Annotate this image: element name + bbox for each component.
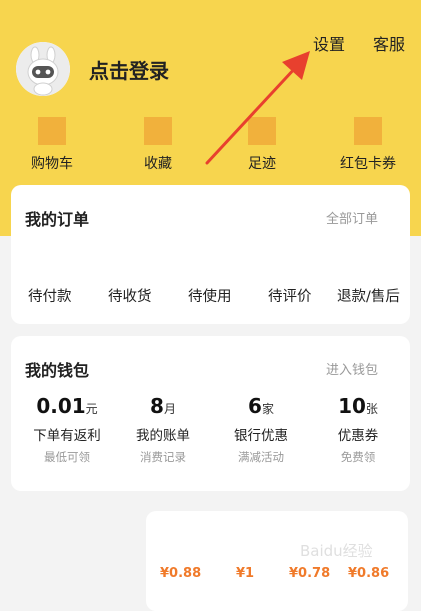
wallet-name: 下单有返利 [33, 428, 101, 444]
wallet-card: 我的钱包 进入钱包 0.01元 下单有返利 最低可领 8月 我的账单 消费记录 … [11, 336, 410, 491]
wallet-name: 银行优惠 [234, 428, 288, 444]
wallet-sub: 消费记录 [140, 450, 186, 464]
coupon-card [146, 511, 408, 611]
wallet-rebate[interactable]: 0.01元 下单有返利 最低可领 [17, 394, 117, 465]
wallet-value: 8月 [150, 394, 176, 418]
coupon-value[interactable]: ¥0.78 [289, 566, 330, 581]
coupon-value[interactable]: ¥1 [236, 566, 254, 581]
quick-link-label: 购物车 [31, 156, 73, 172]
quick-link-label: 红包卡券 [340, 156, 396, 172]
quick-link-label: 收藏 [144, 156, 172, 172]
login-link[interactable]: 点击登录 [89, 55, 169, 84]
quick-link-cart[interactable]: 购物车 [12, 117, 92, 173]
coupon-value[interactable]: ¥0.86 [348, 566, 389, 581]
wallet-sub: 免费领 [340, 450, 376, 464]
order-refund[interactable]: 退款/售后 [337, 285, 400, 306]
settings-button[interactable]: 设置 [313, 31, 345, 55]
avatar[interactable] [16, 42, 70, 96]
coupon-value[interactable]: ¥0.88 [160, 566, 201, 581]
wallet-name: 我的账单 [136, 428, 190, 444]
order-pending-payment[interactable]: 待付款 [28, 285, 72, 306]
orders-title: 我的订单 [25, 210, 90, 229]
quick-link-label: 足迹 [248, 156, 276, 172]
wallet-title: 我的钱包 [25, 361, 90, 380]
order-pending-review[interactable]: 待评价 [268, 285, 312, 306]
wallet-sub: 最低可领 [44, 450, 90, 464]
wallet-bank-offers[interactable]: 6家 银行优惠 满减活动 [211, 394, 311, 465]
favorites-icon [144, 117, 172, 145]
customer-service-button[interactable]: 客服 [373, 31, 405, 55]
wallet-name: 优惠券 [337, 428, 379, 444]
wallet-value: 10张 [338, 394, 378, 418]
quick-link-footprints[interactable]: 足迹 [222, 117, 302, 173]
orders-card: 我的订单 全部订单 待付款 待收货 待使用 待评价 退款/售后 [11, 185, 410, 324]
order-pending-use[interactable]: 待使用 [188, 285, 232, 306]
robot-avatar-icon [16, 42, 70, 96]
cart-icon [38, 117, 66, 145]
quick-link-favorites[interactable]: 收藏 [118, 117, 198, 173]
wallet-sub: 满减活动 [238, 450, 284, 464]
all-orders-link[interactable]: 全部订单 [326, 208, 378, 227]
watermark: Baidu经验 [300, 542, 373, 560]
wallet-value: 0.01元 [36, 394, 98, 418]
wallet-bill[interactable]: 8月 我的账单 消费记录 [113, 394, 213, 465]
quick-link-coupons[interactable]: 红包卡券 [328, 117, 408, 173]
order-pending-receipt[interactable]: 待收货 [108, 285, 152, 306]
wallet-value: 6家 [248, 394, 274, 418]
coupons-icon [354, 117, 382, 145]
footprints-icon [248, 117, 276, 145]
enter-wallet-link[interactable]: 进入钱包 [326, 359, 378, 378]
wallet-coupons[interactable]: 10张 优惠券 免费领 [308, 394, 408, 465]
